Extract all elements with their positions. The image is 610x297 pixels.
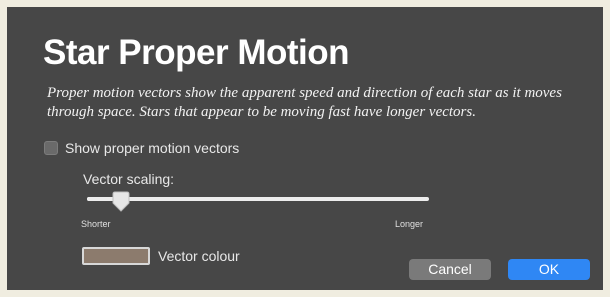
- vector-scaling-slider-track[interactable]: [87, 197, 429, 201]
- show-vectors-row[interactable]: Show proper motion vectors: [44, 140, 239, 156]
- show-vectors-checkbox[interactable]: [44, 141, 58, 155]
- dialog-title: Star Proper Motion: [43, 33, 350, 72]
- vector-colour-row: Vector colour: [82, 247, 240, 265]
- vector-scaling-slider-thumb[interactable]: [111, 191, 131, 213]
- cancel-button[interactable]: Cancel: [409, 259, 491, 280]
- ok-button[interactable]: OK: [508, 259, 590, 280]
- slider-max-label: Longer: [395, 219, 424, 229]
- dialog-description: Proper motion vectors show the apparent …: [47, 85, 562, 120]
- slider-min-label: Shorter: [81, 219, 111, 229]
- vector-colour-label: Vector colour: [158, 248, 240, 264]
- show-vectors-label: Show proper motion vectors: [65, 140, 240, 156]
- vector-colour-swatch[interactable]: [82, 247, 150, 265]
- vector-scaling-label: Vector scaling:: [83, 171, 175, 187]
- star-proper-motion-dialog: Star Proper Motion Proper motion vectors…: [7, 7, 603, 290]
